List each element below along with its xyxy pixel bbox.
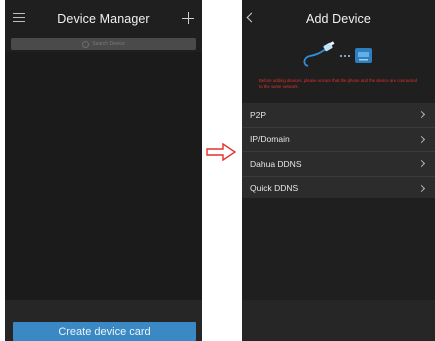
- device-manager-header: Device Manager: [5, 0, 202, 38]
- menu-item-label: Dahua DDNS: [250, 158, 302, 169]
- menu-item-quick-ddns[interactable]: Quick DDNS: [242, 177, 435, 201]
- hamburger-menu-icon[interactable]: [13, 13, 25, 23]
- add-method-list: P2P IP/Domain Dahua DDNS Quick DDNS: [242, 103, 435, 198]
- menu-item-dahua-ddns[interactable]: Dahua DDNS: [242, 152, 435, 177]
- bottom-panel: [242, 300, 435, 341]
- create-device-card-button[interactable]: Create device card: [13, 322, 196, 341]
- back-arrow-icon[interactable]: [246, 12, 257, 23]
- chevron-right-icon: [417, 110, 426, 119]
- transition-arrow-icon: [206, 143, 236, 161]
- search-icon: [82, 40, 90, 48]
- menu-item-ip-domain[interactable]: IP/Domain: [242, 128, 435, 152]
- menu-item-label: IP/Domain: [250, 134, 290, 145]
- add-device-plus-icon[interactable]: [182, 12, 194, 24]
- menu-item-label: P2P: [250, 109, 267, 120]
- add-device-screen: Add Device Before adding devices, please…: [242, 0, 435, 341]
- search-input[interactable]: Search Device: [11, 38, 196, 50]
- chevron-right-icon: [417, 184, 426, 192]
- network-warning-text: Before adding devices, please ensure tha…: [259, 78, 418, 89]
- menu-item-label: Quick DDNS: [250, 183, 299, 194]
- device-list-area: [5, 52, 202, 300]
- page-title: Add Device: [306, 12, 371, 26]
- network-cable-device-icon: [303, 41, 372, 67]
- chevron-right-icon: [417, 135, 426, 143]
- device-manager-screen: Device Manager Search Device Create devi…: [5, 0, 202, 341]
- search-placeholder: Search Device: [92, 41, 125, 47]
- menu-item-p2p[interactable]: P2P: [242, 103, 435, 128]
- chevron-right-icon: [417, 159, 426, 168]
- add-device-header: Add Device: [242, 0, 435, 38]
- page-title: Device Manager: [57, 12, 150, 26]
